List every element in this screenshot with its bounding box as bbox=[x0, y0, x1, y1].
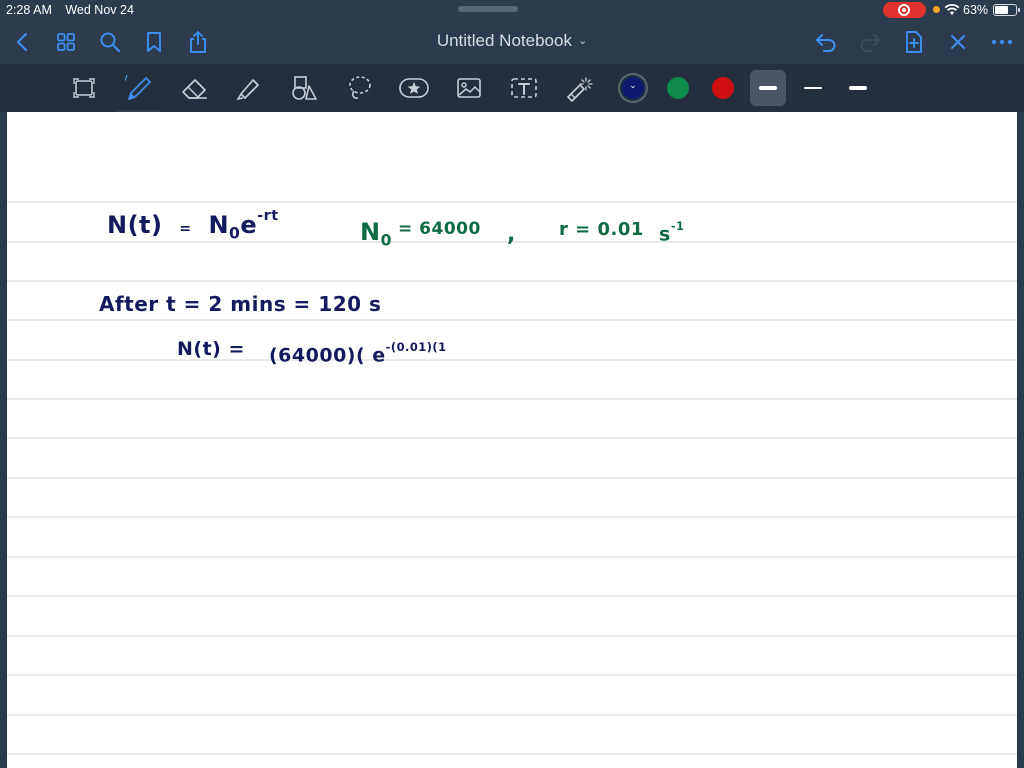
stroke-width-thick[interactable] bbox=[750, 70, 786, 106]
stroke-medium-icon bbox=[804, 87, 822, 89]
given-unit: s bbox=[659, 223, 671, 246]
formula-lhs: N(t) bbox=[107, 210, 163, 239]
undo-icon bbox=[816, 34, 836, 52]
more-button[interactable] bbox=[987, 27, 1017, 57]
battery-level bbox=[995, 6, 1008, 14]
battery-icon bbox=[993, 4, 1020, 16]
lasso-tool[interactable] bbox=[341, 70, 377, 106]
eraser-icon bbox=[182, 79, 207, 99]
pen-tool[interactable] bbox=[117, 70, 161, 112]
handwritten-calc: (64000)( e-(0.01)(1 bbox=[269, 340, 447, 366]
navigation-bar: Untitled Notebook ⌄ bbox=[0, 20, 1024, 64]
close-button[interactable] bbox=[943, 27, 973, 57]
handwritten-r-value: r = 0.01 bbox=[559, 219, 644, 240]
eraser-tool[interactable] bbox=[176, 70, 212, 106]
close-icon bbox=[951, 35, 965, 49]
status-date: Wed Nov 24 bbox=[65, 3, 134, 17]
given-n0-sub: 0 bbox=[380, 231, 392, 250]
drawing-toolbar: ⌄ bbox=[0, 64, 1024, 112]
chevron-down-icon: ⌄ bbox=[629, 80, 637, 90]
redo-icon bbox=[860, 34, 880, 52]
formula-equals: = bbox=[179, 220, 192, 237]
status-left: 2:28 AM Wed Nov 24 bbox=[6, 3, 134, 17]
handwritten-unit: s-1 bbox=[659, 219, 684, 245]
calc-body: (64000)( e bbox=[269, 344, 386, 367]
handwritten-formula: N(t) = N0e-rt bbox=[107, 208, 279, 242]
handwritten-comma: , bbox=[507, 222, 516, 247]
color-swatch-navy[interactable]: ⌄ bbox=[622, 77, 644, 99]
status-bar: 2:28 AM Wed Nov 24 63% bbox=[0, 0, 1024, 20]
formula-e: e bbox=[240, 210, 258, 239]
shapes-icon bbox=[292, 76, 317, 100]
chevron-down-icon: ⌄ bbox=[577, 35, 588, 47]
formula-exponent: -rt bbox=[257, 208, 279, 224]
handwritten-calc-lhs: N(t) = bbox=[177, 338, 245, 360]
formula-n0-sub: 0 bbox=[229, 224, 241, 243]
notebook-title: Untitled Notebook bbox=[436, 31, 572, 50]
add-page-button[interactable] bbox=[899, 27, 929, 57]
given-n0: N bbox=[360, 218, 381, 246]
text-box-icon bbox=[511, 78, 537, 98]
status-time: 2:28 AM bbox=[6, 3, 52, 17]
stroke-thick-icon bbox=[759, 86, 777, 90]
handwritten-after-line: After t = 2 mins = 120 s bbox=[99, 292, 382, 316]
stroke-width-medium[interactable] bbox=[795, 70, 831, 106]
calc-exponent: -(0.01)(1 bbox=[385, 340, 447, 354]
color-swatch-red[interactable] bbox=[712, 77, 734, 99]
lasso-select-tool[interactable] bbox=[66, 70, 102, 106]
lasso-icon bbox=[349, 76, 371, 99]
handwritten-n0-value: = 64000 bbox=[398, 219, 481, 239]
more-icon bbox=[991, 39, 1013, 45]
scan-select-icon bbox=[73, 78, 95, 98]
undo-button[interactable] bbox=[811, 27, 841, 57]
highlighter-tool[interactable] bbox=[231, 70, 267, 106]
mic-indicator-icon bbox=[933, 6, 940, 13]
add-page-icon bbox=[906, 31, 922, 53]
shapes-tool[interactable] bbox=[286, 70, 322, 106]
battery-percent: 63% bbox=[963, 3, 989, 17]
text-tool[interactable] bbox=[506, 70, 542, 106]
stroke-thin-icon bbox=[849, 86, 867, 90]
sticker-tool[interactable] bbox=[396, 70, 432, 106]
laser-pointer-icon bbox=[567, 77, 593, 102]
laser-pointer-tool[interactable] bbox=[561, 70, 597, 106]
color-swatch-green[interactable] bbox=[667, 77, 689, 99]
formula-n0: N bbox=[208, 210, 230, 239]
wifi-icon bbox=[944, 3, 960, 15]
pen-icon bbox=[125, 74, 151, 100]
given-unit-exp: -1 bbox=[670, 219, 685, 233]
screen-recording-icon[interactable] bbox=[883, 2, 926, 18]
highlighter-icon bbox=[236, 79, 259, 101]
notebook-page-canvas[interactable]: N(t) = N0e-rt N0 = 64000 , r = 0.01 s-1 … bbox=[7, 112, 1017, 768]
handwritten-n0: N0 bbox=[360, 218, 392, 249]
image-icon bbox=[457, 78, 481, 98]
multitasking-grabber-icon[interactable] bbox=[458, 6, 518, 12]
image-tool[interactable] bbox=[451, 70, 487, 106]
redo-button[interactable] bbox=[855, 27, 885, 57]
stroke-width-thin[interactable] bbox=[840, 70, 876, 106]
star-sticker-icon bbox=[399, 78, 429, 98]
